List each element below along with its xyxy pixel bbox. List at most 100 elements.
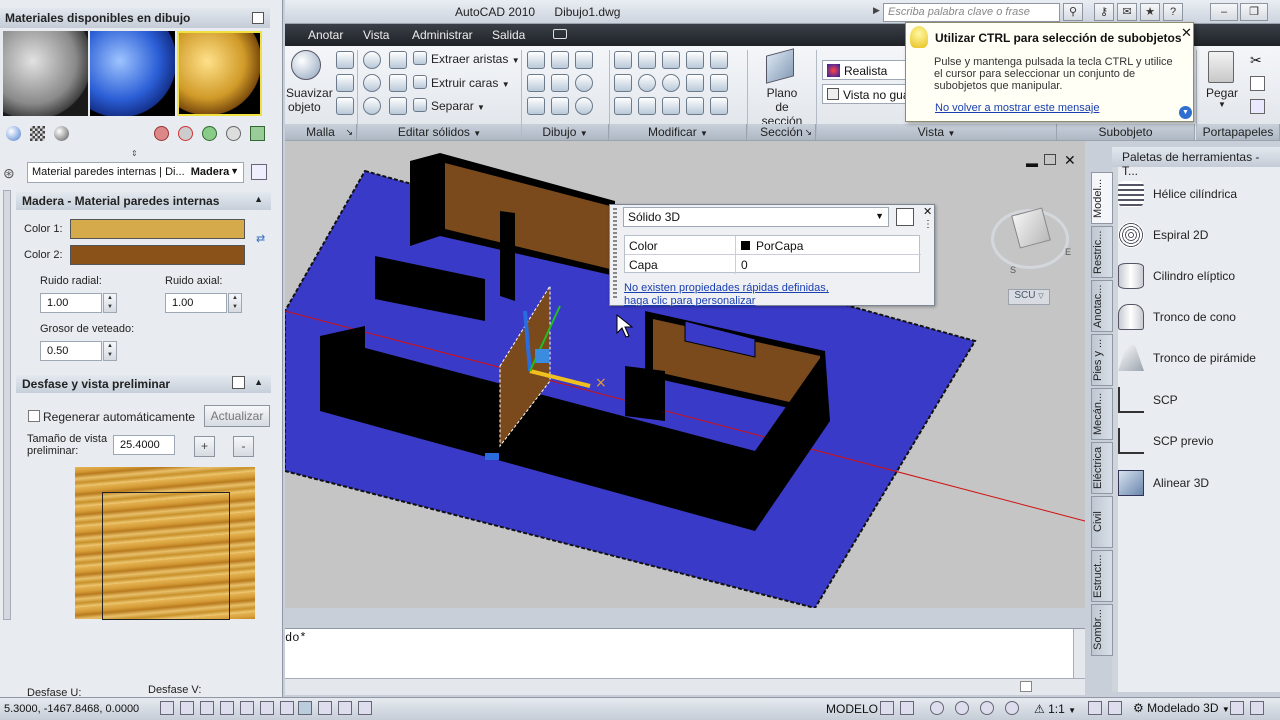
- tab-pies-y[interactable]: Pies y ...: [1091, 334, 1113, 386]
- checker-background-icon[interactable]: [30, 126, 45, 141]
- tab-civil[interactable]: Civil: [1091, 496, 1113, 548]
- mesh-add-2-icon[interactable]: [336, 74, 354, 92]
- regenerar-checkbox[interactable]: [28, 410, 40, 422]
- palette-item-espiral[interactable]: Espiral 2D: [1118, 220, 1268, 250]
- polygon-icon[interactable]: [527, 97, 545, 115]
- material-select[interactable]: Material paredes internas | Di... Madera…: [27, 162, 244, 183]
- copy-base-icon[interactable]: [1250, 99, 1265, 114]
- lighting-icon[interactable]: [54, 126, 69, 141]
- smooth-object-icon[interactable]: [291, 50, 321, 80]
- preview-options-icon[interactable]: [232, 376, 245, 389]
- malla-group-label[interactable]: Malla ↘: [285, 124, 357, 140]
- tab-mecanica[interactable]: Mecán...: [1091, 388, 1113, 440]
- ruido-axial-spinner[interactable]: ▲ ▼: [228, 293, 242, 313]
- palette-item-scp-previo[interactable]: SCP previo: [1118, 426, 1268, 456]
- explode-icon[interactable]: [638, 97, 656, 115]
- fillet-icon[interactable]: [614, 51, 632, 69]
- spline-icon[interactable]: [575, 51, 593, 69]
- menu-vista[interactable]: Vista: [363, 28, 389, 42]
- property-row-color[interactable]: Color PorCapa: [625, 236, 921, 255]
- rotate-icon[interactable]: [662, 74, 680, 92]
- modificar-group-label[interactable]: Modificar ▼: [610, 124, 747, 140]
- pillar[interactable]: [785, 411, 805, 451]
- zoom-icon[interactable]: [955, 701, 969, 715]
- spline2-icon[interactable]: [527, 74, 545, 92]
- erase-icon[interactable]: [710, 97, 728, 115]
- tab-anotacion[interactable]: Anotac...: [1091, 280, 1113, 332]
- dibujo-group-label[interactable]: Dibujo ▼: [522, 124, 609, 140]
- orbit-icon[interactable]: [980, 701, 994, 715]
- minimize-icon[interactable]: –: [1210, 3, 1238, 21]
- left-scrollbar[interactable]: [3, 190, 11, 620]
- menu-anotar[interactable]: Anotar: [308, 28, 343, 42]
- texture-bounds-frame[interactable]: [102, 492, 230, 620]
- scale-icon[interactable]: [686, 74, 704, 92]
- pan-icon[interactable]: [930, 701, 944, 715]
- search-expand-icon[interactable]: ▶: [873, 5, 880, 16]
- grip-point[interactable]: [485, 453, 499, 460]
- viewport-minimize-icon[interactable]: ▬: [1026, 156, 1038, 170]
- expand-tooltip-icon[interactable]: ▼: [1179, 106, 1192, 119]
- color1-swatch[interactable]: [70, 219, 245, 239]
- menu-salida[interactable]: Salida: [492, 28, 525, 42]
- ruido-radial-input[interactable]: 1.00: [40, 293, 102, 313]
- layout2-icon[interactable]: [900, 701, 914, 715]
- customize-icon[interactable]: [896, 208, 914, 226]
- 3d-osnap-icon[interactable]: [260, 701, 274, 715]
- zoom-in-button[interactable]: +: [194, 436, 215, 457]
- tab-electrica[interactable]: Eléctrica: [1091, 442, 1113, 494]
- line-icon[interactable]: [551, 74, 569, 92]
- tab-sombreado[interactable]: Sombr...: [1091, 604, 1113, 656]
- extraer-aristas-button[interactable]: Extraer aristas ▼: [431, 52, 520, 66]
- material-swatch-wood[interactable]: [177, 31, 262, 116]
- annotation-visibility-icon[interactable]: [1088, 701, 1102, 715]
- interfere-icon[interactable]: [389, 74, 407, 92]
- subobjeto-group-label[interactable]: Subobjeto: [1057, 124, 1195, 140]
- mirror-icon[interactable]: [686, 51, 704, 69]
- remove-material-icon[interactable]: [226, 126, 241, 141]
- close-icon[interactable]: [252, 12, 264, 24]
- align-icon[interactable]: [614, 74, 632, 92]
- separar-button[interactable]: Separar ▼: [431, 99, 485, 113]
- arc-icon[interactable]: [551, 51, 569, 69]
- ruido-axial-input[interactable]: 1.00: [165, 293, 227, 313]
- intersect-icon[interactable]: [363, 97, 381, 115]
- steering-wheel-icon[interactable]: [1005, 701, 1019, 715]
- mesh-add-icon[interactable]: [336, 51, 354, 69]
- tamano-input[interactable]: 25.4000: [113, 435, 175, 455]
- close-icon[interactable]: ✕: [923, 205, 932, 218]
- clean-screen-icon[interactable]: [1250, 701, 1264, 715]
- thicken-icon[interactable]: [389, 97, 407, 115]
- ruido-radial-spinner[interactable]: ▲ ▼: [103, 293, 117, 313]
- portapapeles-group-label[interactable]: Portapapeles: [1197, 124, 1280, 140]
- paint-icon[interactable]: [686, 97, 704, 115]
- property-row-layer[interactable]: Capa 0: [625, 255, 921, 274]
- stretch-icon[interactable]: [662, 97, 680, 115]
- copy-clip-icon[interactable]: [1250, 76, 1265, 91]
- offset-icon[interactable]: [710, 74, 728, 92]
- rectangle-icon[interactable]: [551, 97, 569, 115]
- grosor-spinner[interactable]: ▲ ▼: [103, 341, 117, 361]
- command-line[interactable]: do*: [285, 628, 1085, 678]
- wood-section-header[interactable]: Madera - Material paredes internas ▲: [16, 192, 271, 210]
- viewport-restore-icon[interactable]: [1044, 154, 1056, 165]
- apply-material-icon[interactable]: [202, 126, 217, 141]
- plano-seccion-button[interactable]: Plano de sección: [754, 86, 810, 128]
- dont-show-again-link[interactable]: No volver a mostrar este mensaje: [935, 102, 1099, 114]
- ellipse-icon[interactable]: [575, 97, 593, 115]
- ortho-icon[interactable]: [200, 701, 214, 715]
- annotation-scale[interactable]: ⚠ 1:1 ▼: [1034, 702, 1076, 716]
- grid-icon[interactable]: [180, 701, 194, 715]
- command-scrollbar[interactable]: [1073, 629, 1085, 678]
- model-space-toggle[interactable]: MODELO: [826, 702, 878, 716]
- lineweight-icon[interactable]: [338, 701, 352, 715]
- menu-administrar[interactable]: Administrar: [412, 28, 473, 42]
- material-swatch-gray[interactable]: [3, 31, 88, 116]
- palette-item-scp[interactable]: SCP: [1118, 385, 1268, 415]
- ucs-menu[interactable]: SCU ▽: [1008, 289, 1050, 305]
- workspace-switch[interactable]: ⚙ Modelado 3D ▼: [1133, 701, 1230, 715]
- palette-item-alinear[interactable]: Alinear 3D: [1118, 468, 1268, 498]
- circle-icon[interactable]: [575, 74, 593, 92]
- tab-restricciones[interactable]: Restric...: [1091, 226, 1113, 278]
- material-swatch-blue[interactable]: [90, 31, 175, 116]
